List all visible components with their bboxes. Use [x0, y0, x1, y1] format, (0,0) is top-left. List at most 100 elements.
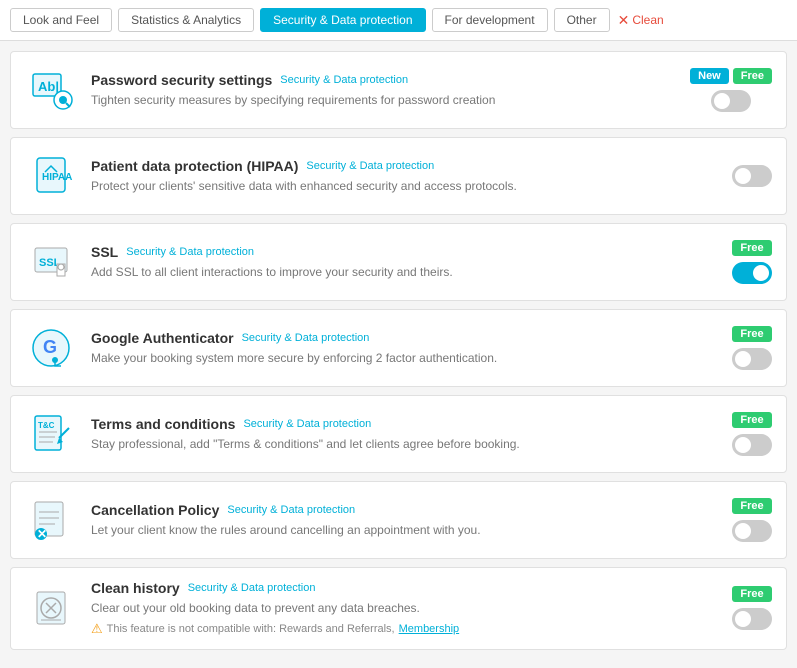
- clean-button[interactable]: ✕ Clean: [618, 12, 664, 29]
- plugin-title-row: Cancellation Policy Security & Data prote…: [91, 502, 718, 518]
- badge-free: Free: [732, 326, 771, 342]
- plugin-category: Security & Data protection: [306, 160, 434, 172]
- plugin-description: Let your client know the rules around ca…: [91, 522, 718, 539]
- plugin-category: Security & Data protection: [126, 246, 254, 258]
- plugin-category: Security & Data protection: [242, 332, 370, 344]
- plugin-info-password-security: Password security settings Security & Dat…: [91, 72, 676, 109]
- plugin-icon-cancellation-policy: ✕: [25, 494, 77, 546]
- tab-other[interactable]: Other: [554, 8, 610, 32]
- tab-look-feel[interactable]: Look and Feel: [10, 8, 112, 32]
- badge-free: Free: [732, 498, 771, 514]
- plugin-name: Patient data protection (HIPAA): [91, 158, 298, 174]
- toggle-ssl[interactable]: [732, 262, 772, 284]
- toggle-slider: [732, 434, 772, 456]
- plugin-category: Security & Data protection: [243, 418, 371, 430]
- plugin-icon-google-auth: G: [25, 322, 77, 374]
- plugin-info-google-auth: Google Authenticator Security & Data prot…: [91, 330, 718, 367]
- plugin-name: Cancellation Policy: [91, 502, 219, 518]
- plugin-card-password-security: Ab| Password security settings Security &…: [10, 51, 787, 129]
- badge-row: NewFree: [690, 68, 772, 84]
- plugin-title-row: Clean history Security & Data protection: [91, 580, 718, 596]
- plugin-name: SSL: [91, 244, 118, 260]
- plugin-title-row: Terms and conditions Security & Data prot…: [91, 416, 718, 432]
- plugin-card-cancellation-policy: ✕ Cancellation Policy Security & Data pro…: [10, 481, 787, 559]
- svg-text:Ab|: Ab|: [38, 79, 59, 94]
- badge-row: Free: [732, 586, 771, 602]
- plugin-name: Clean history: [91, 580, 180, 596]
- toggle-slider: [732, 165, 772, 187]
- plugin-description: Clear out your old booking data to preve…: [91, 600, 718, 617]
- toggle-cancellation-policy[interactable]: [732, 520, 772, 542]
- toggle-terms-conditions[interactable]: [732, 434, 772, 456]
- plugin-name: Google Authenticator: [91, 330, 234, 346]
- plugin-info-cancellation-policy: Cancellation Policy Security & Data prote…: [91, 502, 718, 539]
- plugin-info-ssl: SSL Security & Data protection Add SSL to …: [91, 244, 718, 281]
- plugin-icon-hipaa: HIPAA: [25, 150, 77, 202]
- plugin-description: Add SSL to all client interactions to im…: [91, 264, 718, 281]
- toggle-slider: [711, 90, 751, 112]
- plugin-description: Make your booking system more secure by …: [91, 350, 718, 367]
- plugin-card-hipaa: HIPAA Patient data protection (HIPAA) Sec…: [10, 137, 787, 215]
- badge-free: Free: [732, 586, 771, 602]
- plugin-info-clean-history: Clean historySecurity & Data protectionC…: [91, 580, 718, 637]
- plugin-warning: ⚠This feature is not compatible with: Re…: [91, 621, 718, 637]
- plugin-icon-clean-history: [25, 582, 77, 634]
- badge-free: Free: [732, 412, 771, 428]
- badge-free: Free: [732, 240, 771, 256]
- toggle-slider: [732, 608, 772, 630]
- plugin-card-clean-history: Clean historySecurity & Data protectionC…: [10, 567, 787, 650]
- toggle-slider: [732, 520, 772, 542]
- tab-security-data[interactable]: Security & Data protection: [260, 8, 425, 32]
- badge-free: Free: [733, 68, 772, 84]
- badge-row: Free: [732, 412, 771, 428]
- badge-row: Free: [732, 240, 771, 256]
- plugin-title-row: Patient data protection (HIPAA) Security …: [91, 158, 718, 174]
- plugin-category: Security & Data protection: [227, 504, 355, 516]
- plugin-description: Tighten security measures by specifying …: [91, 92, 676, 109]
- badge-row: Free: [732, 498, 771, 514]
- toggle-area-terms-conditions: Free: [732, 412, 772, 456]
- toggle-slider: [732, 348, 772, 370]
- toggle-hipaa[interactable]: [732, 165, 772, 187]
- svg-text:✕: ✕: [37, 527, 47, 541]
- toggle-google-auth[interactable]: [732, 348, 772, 370]
- plugin-info-hipaa: Patient data protection (HIPAA) Security …: [91, 158, 718, 195]
- plugin-card-terms-conditions: T&C Terms and conditions Security & Data …: [10, 395, 787, 473]
- plugin-category: Security & Data protection: [188, 582, 316, 594]
- badge-row: Free: [732, 326, 771, 342]
- plugin-description: Protect your clients' sensitive data wit…: [91, 178, 718, 195]
- warning-icon: ⚠: [91, 621, 103, 637]
- plugin-category: Security & Data protection: [280, 74, 408, 86]
- toggle-area-password-security: NewFree: [690, 68, 772, 112]
- plugin-icon-terms-conditions: T&C: [25, 408, 77, 460]
- plugin-name: Terms and conditions: [91, 416, 235, 432]
- plugin-icon-ssl: SSL: [25, 236, 77, 288]
- plugin-description: Stay professional, add "Terms & conditio…: [91, 436, 718, 453]
- toggle-area-clean-history: Free: [732, 586, 772, 630]
- toggle-clean-history[interactable]: [732, 608, 772, 630]
- plugin-name: Password security settings: [91, 72, 272, 88]
- tabs-bar: Look and Feel Statistics & Analytics Sec…: [0, 0, 797, 41]
- toggle-area-hipaa: [732, 165, 772, 187]
- svg-text:G: G: [43, 337, 57, 357]
- plugin-title-row: Password security settings Security & Dat…: [91, 72, 676, 88]
- plugin-card-google-auth: G Google Authenticator Security & Data pr…: [10, 309, 787, 387]
- toggle-area-ssl: Free: [732, 240, 772, 284]
- plugin-list: Ab| Password security settings Security &…: [0, 41, 797, 668]
- svg-text:T&C: T&C: [38, 421, 55, 430]
- svg-text:HIPAA: HIPAA: [42, 172, 72, 183]
- membership-link[interactable]: Membership: [399, 623, 460, 635]
- toggle-area-cancellation-policy: Free: [732, 498, 772, 542]
- tab-stats-analytics[interactable]: Statistics & Analytics: [118, 8, 254, 32]
- plugin-title-row: Google Authenticator Security & Data prot…: [91, 330, 718, 346]
- plugin-title-row: SSL Security & Data protection: [91, 244, 718, 260]
- tab-for-development[interactable]: For development: [432, 8, 548, 32]
- plugin-card-ssl: SSL SSL Security & Data protection Add SSL…: [10, 223, 787, 301]
- plugin-icon-password-security: Ab|: [25, 64, 77, 116]
- clean-icon: ✕: [618, 12, 630, 29]
- plugin-info-terms-conditions: Terms and conditions Security & Data prot…: [91, 416, 718, 453]
- toggle-slider: [732, 262, 772, 284]
- toggle-password-security[interactable]: [711, 90, 751, 112]
- toggle-area-google-auth: Free: [732, 326, 772, 370]
- badge-new: New: [690, 68, 729, 84]
